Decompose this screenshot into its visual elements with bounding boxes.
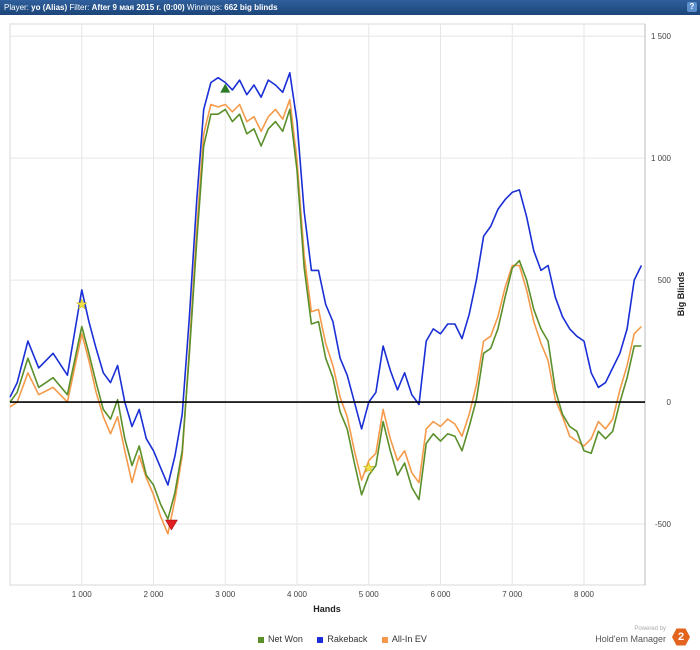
x-tick-label: 3 000	[215, 590, 236, 599]
x-axis-label: Hands	[313, 604, 341, 614]
y-axis: 1 500 1 000 500 0 -500	[644, 24, 672, 585]
x-tick-label: 2 000	[143, 590, 164, 599]
x-tick-label: 1 000	[72, 590, 93, 599]
x-tick-label: 7 000	[502, 590, 523, 599]
y-tick-label: 1 500	[651, 32, 672, 41]
legend-label-rakeback: Rakeback	[327, 634, 368, 644]
y-tick-label: -500	[655, 520, 672, 529]
y-tick-label: 1 000	[651, 154, 672, 163]
x-tick-label: 4 000	[287, 590, 308, 599]
y-tick-label: 0	[667, 398, 672, 407]
hem2-logo-icon: 2	[672, 628, 690, 646]
legend-item-allin-ev[interactable]: All-In EV	[381, 634, 427, 644]
legend-swatch-net-won	[258, 636, 264, 643]
plot-area	[9, 23, 646, 586]
legend-item-net-won[interactable]: Net Won	[258, 634, 303, 644]
legend-swatch-allin-ev	[381, 636, 388, 643]
legend-label-allin-ev: All-In EV	[391, 634, 427, 644]
x-tick-label: 5 000	[359, 590, 380, 599]
powered-by-text: Powered by	[634, 626, 666, 632]
product-name: Hold'em Manager	[595, 634, 666, 644]
y-tick-label: 500	[658, 276, 672, 285]
x-axis: 1 000 2 000 3 000 4 000 5 000 6 000 7 000 8 000	[72, 590, 595, 599]
winnings-chart: 1 000 2 000 3 000 4 000 5 000 6 000 7 000 8 000…	[9, 23, 686, 614]
legend-item-rakeback[interactable]: Rakeback	[317, 634, 367, 644]
y-axis-label: Big Blinds	[676, 272, 686, 317]
x-tick-label: 6 000	[430, 590, 451, 599]
legend-swatch-rakeback	[317, 636, 324, 643]
legend-label-net-won: Net Won	[268, 634, 303, 644]
branding: Powered by Hold'em Manager 2	[592, 626, 692, 646]
legend: Net Won Rakeback All-In EV	[258, 634, 439, 644]
x-tick-label: 8 000	[574, 590, 595, 599]
